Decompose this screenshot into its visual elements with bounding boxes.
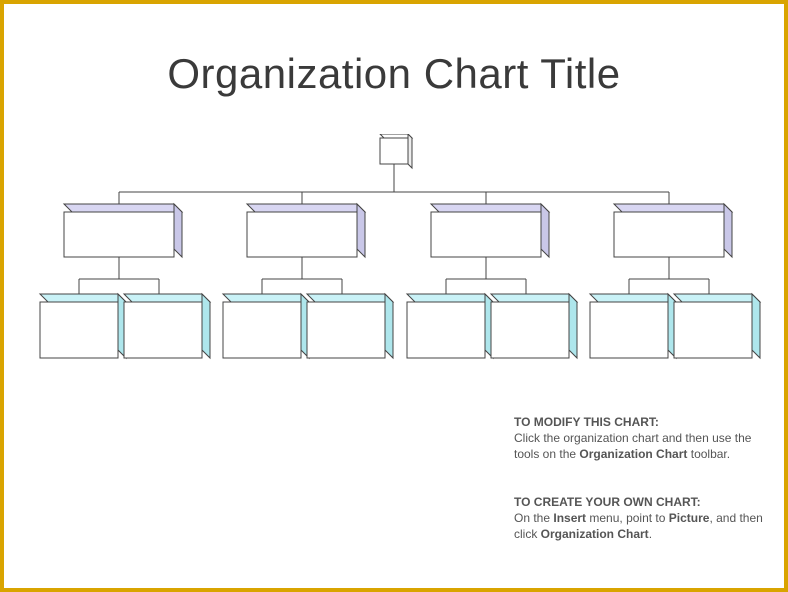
node-tier2-5[interactable] bbox=[491, 294, 577, 358]
instruction-create-a: On the bbox=[514, 511, 553, 525]
node-tier1-2[interactable] bbox=[431, 204, 549, 257]
instruction-create: TO CREATE YOUR OWN CHART: On the Insert … bbox=[514, 494, 764, 543]
node-tier2-6[interactable] bbox=[590, 294, 676, 358]
instruction-create-f: Organization Chart bbox=[541, 527, 649, 541]
instruction-create-g: . bbox=[649, 527, 652, 541]
node-tier1-1[interactable] bbox=[247, 204, 365, 257]
instruction-modify-heading: TO MODIFY THIS CHART: bbox=[514, 415, 659, 429]
chart-title[interactable]: Organization Chart Title bbox=[4, 50, 784, 98]
node-tier2-4[interactable] bbox=[407, 294, 493, 358]
instruction-create-heading: TO CREATE YOUR OWN CHART: bbox=[514, 495, 701, 509]
instruction-modify-text-c: toolbar. bbox=[687, 447, 730, 461]
instruction-create-b: Insert bbox=[553, 511, 586, 525]
org-chart[interactable] bbox=[24, 134, 764, 394]
node-tier1-3[interactable] bbox=[614, 204, 732, 257]
node-root[interactable] bbox=[380, 134, 412, 168]
instruction-modify: TO MODIFY THIS CHART: Click the organiza… bbox=[514, 414, 764, 463]
node-tier2-2[interactable] bbox=[223, 294, 309, 358]
instruction-create-c: menu, point to bbox=[586, 511, 669, 525]
instruction-modify-bold: Organization Chart bbox=[579, 447, 687, 461]
slide-frame: Organization Chart Title bbox=[0, 0, 788, 592]
node-tier2-3[interactable] bbox=[307, 294, 393, 358]
instruction-create-d: Picture bbox=[669, 511, 710, 525]
node-tier2-1[interactable] bbox=[124, 294, 210, 358]
node-tier2-0[interactable] bbox=[40, 294, 126, 358]
node-tier1-0[interactable] bbox=[64, 204, 182, 257]
node-tier2-7[interactable] bbox=[674, 294, 760, 358]
